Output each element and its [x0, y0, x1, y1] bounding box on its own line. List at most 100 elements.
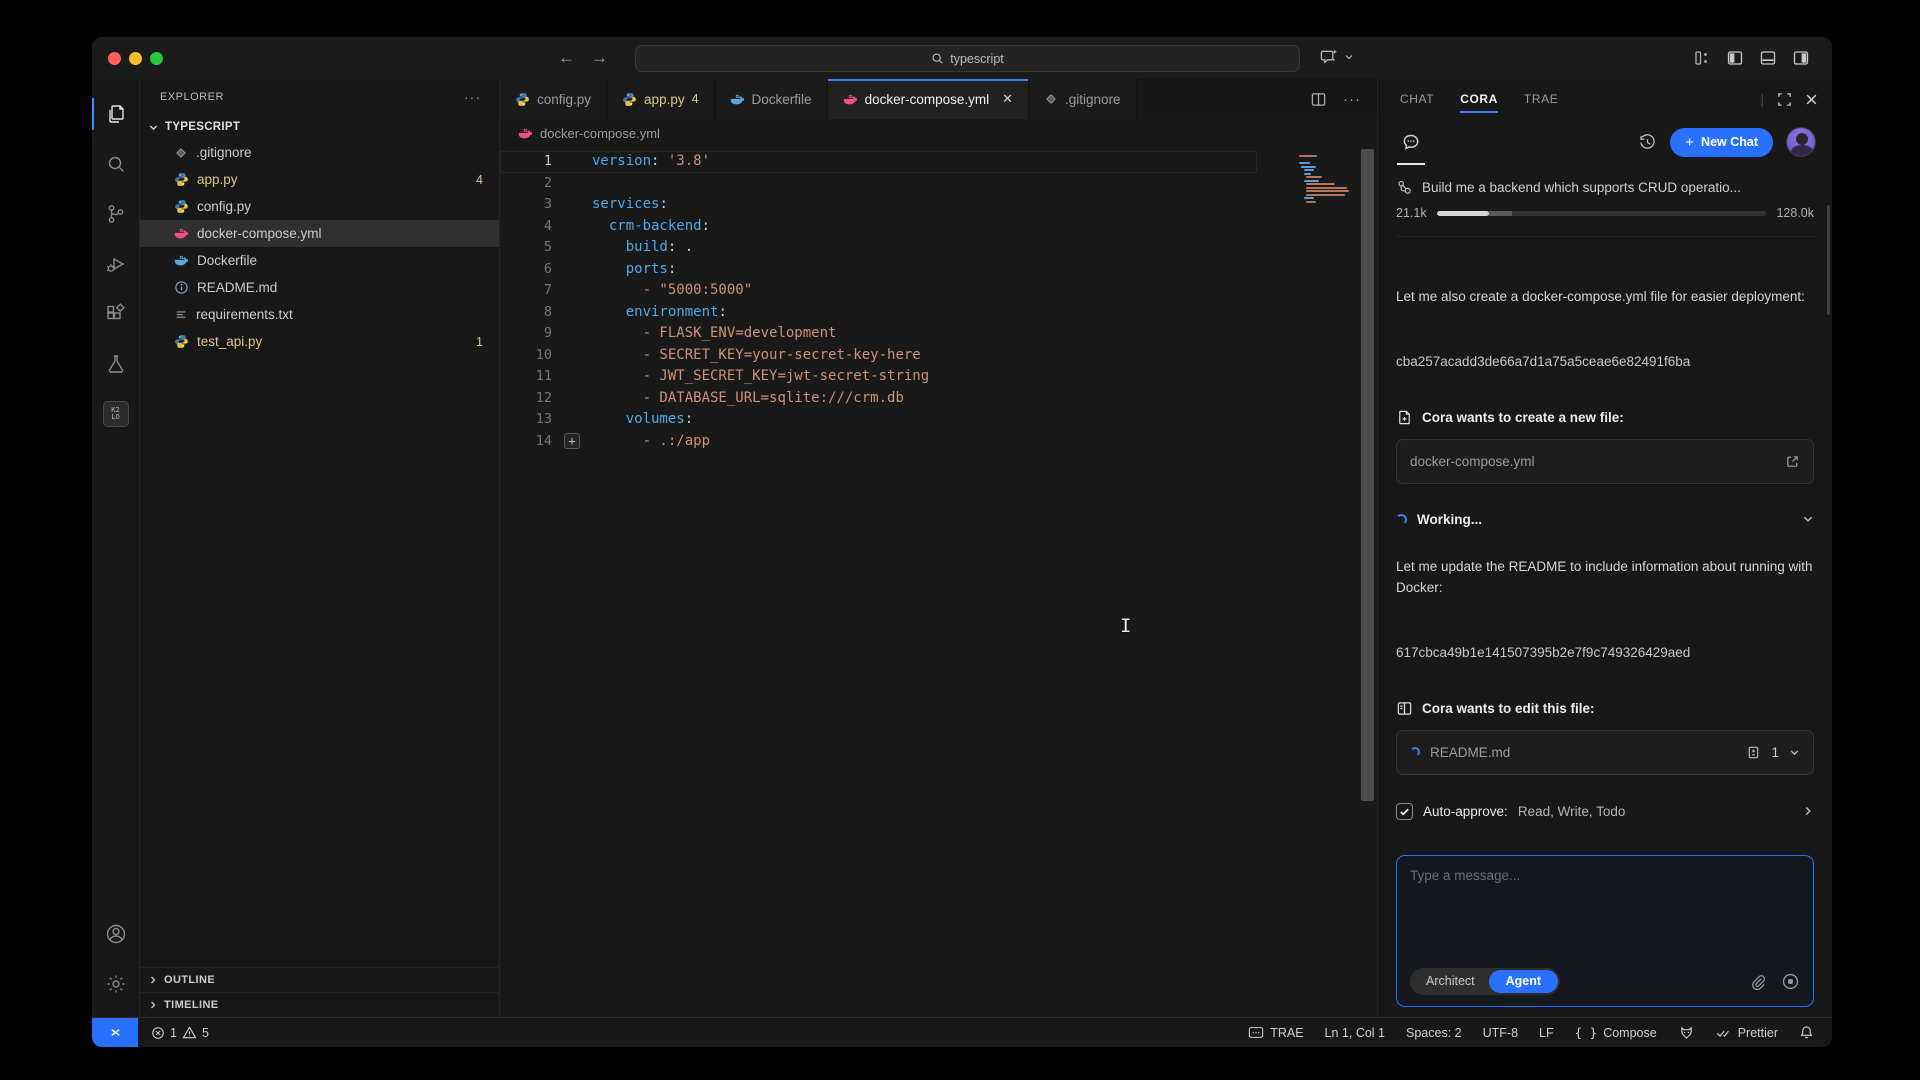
file-row[interactable]: test_api.py1 [140, 328, 499, 355]
new-chat-button[interactable]: + New Chat [1670, 128, 1773, 157]
file-row[interactable]: config.py [140, 193, 499, 220]
attach-paperclip-icon[interactable] [1749, 973, 1767, 991]
edited-file-card[interactable]: README.md 1 [1396, 730, 1814, 775]
task-card[interactable]: Build me a backend which supports CRUD o… [1396, 179, 1814, 237]
editor-tab[interactable]: app.py4 [607, 79, 715, 119]
status-bar: 1 5 TRAE Ln 1, Col 1 Spaces: 2 UTF-8 LF … [92, 1017, 1832, 1047]
prettier-status[interactable]: Prettier [1716, 1026, 1778, 1040]
auto-approve-row[interactable]: Auto-approve: Read, Write, Todo [1396, 803, 1814, 820]
minimize-window-button[interactable] [129, 52, 142, 65]
expand-panel-icon[interactable] [1777, 92, 1792, 107]
cursor-position[interactable]: Ln 1, Col 1 [1325, 1026, 1385, 1040]
timeline-section[interactable]: TIMELINE [140, 992, 499, 1017]
command-search-input[interactable]: typescript [635, 45, 1300, 72]
close-panel-icon[interactable] [1805, 93, 1818, 106]
file-row[interactable]: Dockerfile [140, 247, 499, 274]
editor-scrollbar[interactable] [1361, 149, 1374, 801]
explorer-icon[interactable] [92, 89, 140, 139]
app-badge[interactable]: TRAE [1248, 1026, 1303, 1040]
explorer-title: EXPLORER [160, 91, 224, 103]
file-name: README.md [197, 280, 483, 295]
close-window-button[interactable] [108, 52, 121, 65]
created-file-card[interactable]: docker-compose.yml [1396, 439, 1814, 484]
message-input[interactable] [1410, 868, 1800, 968]
account-icon[interactable] [92, 909, 140, 959]
editor-tab[interactable]: config.py [500, 79, 607, 119]
chevron-down-icon[interactable] [1789, 747, 1800, 758]
source-control-icon[interactable] [92, 189, 140, 239]
working-status[interactable]: Working... [1396, 512, 1814, 527]
back-icon[interactable]: ← [558, 48, 575, 68]
history-icon[interactable] [1638, 133, 1657, 152]
problems-indicator[interactable]: 1 5 [151, 1025, 209, 1040]
language-mode[interactable]: { } Compose [1575, 1025, 1657, 1040]
chevron-right-icon[interactable] [1802, 805, 1814, 817]
docker-extension-icon[interactable] [1678, 1025, 1695, 1040]
run-debug-icon[interactable] [92, 239, 140, 289]
chat-panel-tab-chat[interactable]: CHAT [1400, 79, 1434, 119]
readme-file-icon [174, 280, 189, 295]
encoding[interactable]: UTF-8 [1483, 1026, 1518, 1040]
error-count: 1 [170, 1026, 177, 1040]
mode-architect[interactable]: Architect [1412, 970, 1489, 993]
editor-more-actions-icon[interactable]: ··· [1343, 91, 1361, 108]
chevron-down-icon[interactable] [1802, 513, 1814, 525]
file-row[interactable]: .gitignore [140, 139, 499, 166]
file-row[interactable]: README.md [140, 274, 499, 301]
commit-hash: cba257acadd3de66a7d1a75a5ceae6e82491f6ba [1396, 354, 1814, 369]
chevron-down-icon[interactable] [1344, 52, 1354, 62]
search-sidebar-icon[interactable] [92, 139, 140, 189]
inline-add-icon[interactable]: + [564, 433, 580, 449]
forward-icon[interactable]: → [591, 48, 608, 68]
error-icon [151, 1026, 165, 1040]
file-row[interactable]: docker-compose.yml [140, 220, 499, 247]
gitignore-file-icon [174, 146, 188, 160]
stop-icon[interactable] [1781, 972, 1800, 991]
editor-tab[interactable]: docker-compose.yml ✕ [828, 79, 1029, 119]
check-icon [1399, 806, 1410, 817]
mode-toggle[interactable]: Architect Agent [1410, 968, 1560, 995]
notifications-bell-icon[interactable] [1799, 1025, 1814, 1040]
split-editor-icon[interactable] [1310, 91, 1327, 108]
code-area[interactable]: 1version: '3.8'23services:4 crm-backend:… [500, 147, 1377, 1017]
text-file-icon [174, 308, 188, 322]
file-row[interactable]: requirements.txt [140, 301, 499, 328]
new-chat-sparkle-icon[interactable] [1320, 47, 1339, 66]
outline-section[interactable]: OUTLINE [140, 967, 499, 992]
file-badge: 1 [476, 335, 483, 349]
user-avatar[interactable] [1786, 127, 1816, 157]
remote-indicator[interactable] [92, 1018, 138, 1048]
auto-approve-checkbox[interactable] [1396, 803, 1413, 820]
created-file-name: docker-compose.yml [1410, 454, 1775, 469]
close-tab-icon[interactable]: ✕ [1002, 91, 1013, 107]
chat-scrollbar[interactable] [1827, 205, 1830, 315]
eol-sequence[interactable]: LF [1539, 1026, 1554, 1040]
chat-panel-tab-trae[interactable]: TRAE [1524, 79, 1558, 119]
editor-tab[interactable]: .gitignore [1029, 79, 1137, 119]
file-name: .gitignore [196, 145, 483, 160]
breadcrumb[interactable]: docker-compose.yml [500, 119, 1377, 147]
settings-gear-icon[interactable] [92, 959, 140, 1009]
mode-agent[interactable]: Agent [1489, 970, 1558, 993]
translate-plugin-icon[interactable]: K2LO [92, 389, 140, 439]
indentation[interactable]: Spaces: 2 [1406, 1026, 1462, 1040]
project-root-folder[interactable]: TYPESCRIPT [140, 115, 499, 139]
explorer-more-icon[interactable]: ··· [464, 89, 481, 105]
message-input-box[interactable]: Architect Agent [1396, 855, 1814, 1007]
chat-view-toggle[interactable] [1397, 119, 1425, 165]
toggle-bottom-panel-icon[interactable] [1759, 49, 1777, 67]
open-external-icon[interactable] [1785, 454, 1800, 469]
testing-icon[interactable] [92, 339, 140, 389]
toggle-left-panel-icon[interactable] [1726, 49, 1744, 67]
editor-tab[interactable]: Dockerfile [715, 79, 828, 119]
toggle-right-panel-icon[interactable] [1792, 49, 1810, 67]
search-value: typescript [950, 52, 1004, 66]
extensions-icon[interactable] [92, 289, 140, 339]
tab-label: docker-compose.yml [865, 92, 990, 107]
code-line: 3services: [500, 194, 1377, 216]
maximize-window-button[interactable] [150, 52, 163, 65]
customize-layout-icon[interactable] [1693, 49, 1711, 67]
file-row[interactable]: app.py4 [140, 166, 499, 193]
code-line: 12 - DATABASE_URL=sqlite:///crm.db [500, 388, 1377, 410]
chat-panel-tab-cora[interactable]: CORA [1460, 79, 1498, 119]
